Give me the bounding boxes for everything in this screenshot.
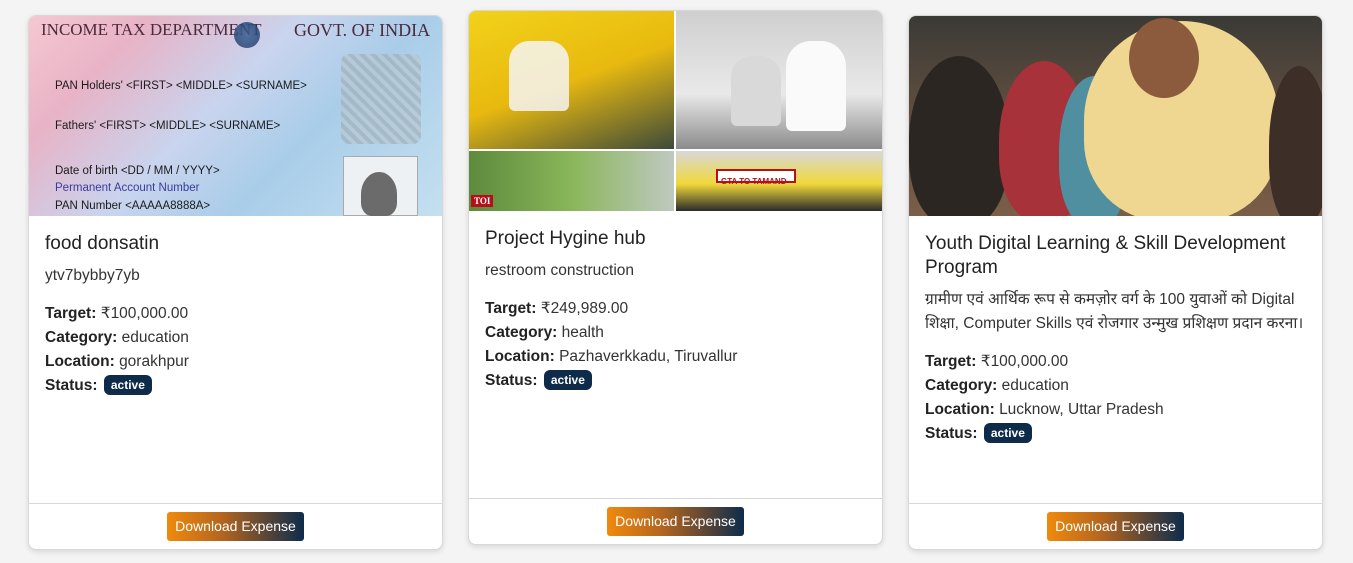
location-value: Lucknow, Uttar Pradesh	[999, 401, 1164, 418]
target-row: Target: ₹249,989.00	[485, 297, 866, 321]
target-label: Target:	[45, 305, 97, 322]
person-figure	[1129, 18, 1199, 98]
pan-line: Permanent Account Number	[55, 182, 200, 194]
pan-line: PAN Holders' <FIRST> <MIDDLE> <SURNAME>	[55, 80, 307, 92]
target-row: Target: ₹100,000.00	[925, 350, 1306, 374]
pan-header-left: INCOME TAX DEPARTMENT	[41, 20, 262, 39]
download-expense-button[interactable]: Download Expense	[167, 512, 304, 541]
status-label: Status:	[925, 425, 978, 442]
status-row: Status: active	[925, 422, 1306, 446]
status-badge: active	[103, 375, 152, 395]
category-value: health	[561, 324, 604, 341]
campaign-image-crowd	[909, 16, 1322, 216]
status-row: Status: active	[45, 374, 426, 398]
collage-photo-bus: GTA TO TAMAND	[676, 151, 882, 211]
target-value: ₹249,989.00	[540, 300, 629, 317]
pan-line: Date of birth <DD / MM / YYYY>	[55, 165, 220, 177]
campaign-title: food donsatin	[45, 233, 160, 254]
location-label: Location:	[45, 353, 115, 370]
campaign-title: Project Hygine hub	[485, 228, 646, 249]
download-expense-button[interactable]: Download Expense	[607, 507, 744, 536]
collage-photo-street: TOI	[469, 151, 674, 211]
campaign-card: INCOME TAX DEPARTMENT GOVT. OF INDIA PAN…	[28, 15, 443, 550]
hologram-icon	[341, 54, 421, 144]
location-label: Location:	[485, 348, 555, 365]
card-footer: Download Expense	[909, 503, 1322, 549]
category-label: Category:	[45, 329, 118, 346]
person-figure	[909, 56, 1009, 216]
campaign-title: Youth Digital Learning & Skill Developme…	[925, 233, 1286, 278]
pan-header-right: GOVT. OF INDIA	[294, 20, 431, 40]
campaign-card: TOI GTA TO TAMAND Project Hygine hub res…	[468, 10, 883, 545]
collage-photo-medical	[676, 11, 882, 149]
target-row: Target: ₹100,000.00	[45, 302, 426, 326]
collage-photo-autorickshaw	[469, 11, 674, 149]
target-label: Target:	[485, 300, 537, 317]
category-row: Category: education	[925, 374, 1306, 398]
card-footer: Download Expense	[29, 503, 442, 549]
location-value: gorakhpur	[119, 353, 189, 370]
campaign-description: ytv7bybby7yb	[45, 267, 140, 284]
pan-line: PAN Number <AAAAA8888A>	[55, 200, 211, 212]
target-value: ₹100,000.00	[980, 353, 1069, 370]
location-row: Location: Pazhaverkkadu, Tiruvallur	[485, 345, 866, 369]
category-value: education	[121, 329, 189, 346]
campaign-image-pan-card: INCOME TAX DEPARTMENT GOVT. OF INDIA PAN…	[29, 16, 442, 216]
card-footer: Download Expense	[469, 498, 882, 544]
category-label: Category:	[925, 377, 998, 394]
campaign-card: Youth Digital Learning & Skill Developme…	[908, 15, 1323, 550]
status-badge: active	[983, 423, 1032, 443]
campaign-description: ग्रामीण एवं आर्थिक रूप से कमज़ोर वर्ग के…	[925, 291, 1304, 332]
campaign-description: restroom construction	[485, 262, 635, 279]
person-figure	[1269, 66, 1322, 216]
status-badge: active	[543, 370, 592, 390]
category-row: Category: education	[45, 326, 426, 350]
status-label: Status:	[485, 372, 538, 389]
pan-line: Fathers' <FIRST> <MIDDLE> <SURNAME>	[55, 120, 281, 132]
location-row: Location: Lucknow, Uttar Pradesh	[925, 398, 1306, 422]
download-expense-button[interactable]: Download Expense	[1047, 512, 1184, 541]
location-row: Location: gorakhpur	[45, 350, 426, 374]
emblem-icon	[234, 22, 260, 48]
target-value: ₹100,000.00	[100, 305, 189, 322]
location-value: Pazhaverkkadu, Tiruvallur	[559, 348, 738, 365]
location-label: Location:	[925, 401, 995, 418]
status-row: Status: active	[485, 369, 866, 393]
category-label: Category:	[485, 324, 558, 341]
category-value: education	[1001, 377, 1069, 394]
toi-badge: TOI	[471, 195, 494, 207]
category-row: Category: health	[485, 321, 866, 345]
bus-sign: GTA TO TAMAND	[716, 169, 796, 186]
target-label: Target:	[925, 353, 977, 370]
person-silhouette-icon	[361, 172, 397, 216]
campaign-image-collage: TOI GTA TO TAMAND	[469, 11, 882, 211]
status-label: Status:	[45, 377, 98, 394]
